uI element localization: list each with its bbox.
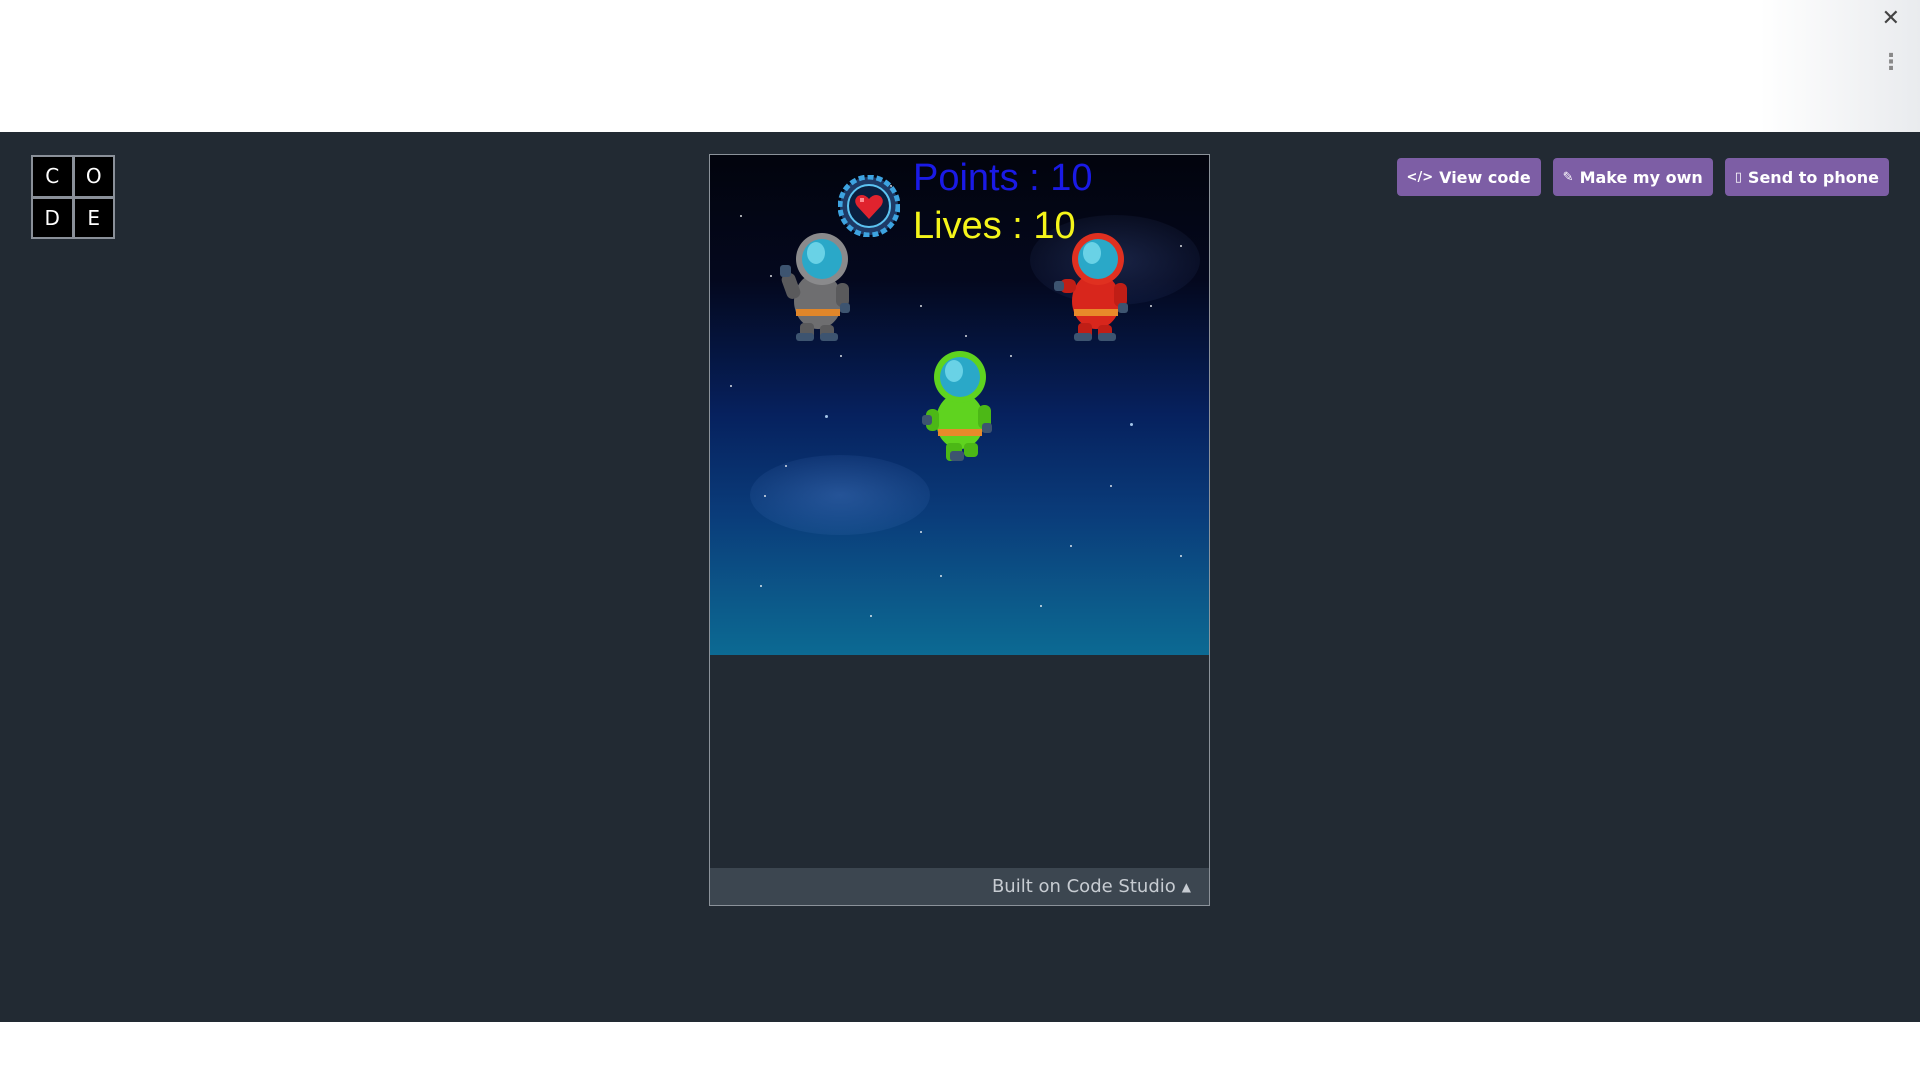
star (940, 575, 942, 577)
game-frame: Points : 10 Lives : 10 Built on Code Stu… (709, 154, 1210, 906)
browser-top-strip: ✕ ⋮ (0, 0, 1920, 132)
star (1110, 485, 1112, 487)
star (1010, 355, 1012, 357)
edit-icon: ✎ (1562, 169, 1574, 185)
star (1150, 305, 1152, 307)
make-my-own-label: Make my own (1579, 167, 1703, 187)
view-code-label: View code (1439, 167, 1531, 187)
gray-astronaut[interactable] (774, 229, 864, 343)
game-canvas[interactable]: Points : 10 Lives : 10 (710, 155, 1209, 655)
view-code-button[interactable]: </> View code (1396, 158, 1541, 196)
send-to-phone-button[interactable]: ▯ Send to phone (1724, 158, 1889, 196)
logo-letter: E (74, 198, 113, 237)
close-icon[interactable]: ✕ (1882, 6, 1900, 32)
built-on-code-studio[interactable]: Built on Code Studio ▲ (710, 868, 1209, 905)
star (870, 615, 872, 617)
action-buttons: </> View code ✎ Make my own ▯ Send to ph… (1396, 158, 1889, 196)
footer-label: Built on Code Studio (991, 876, 1176, 897)
star (1130, 423, 1133, 426)
send-to-phone-label: Send to phone (1747, 167, 1879, 187)
logo-letter: D (33, 198, 72, 237)
make-my-own-button[interactable]: ✎ Make my own (1552, 158, 1713, 196)
star (1180, 555, 1182, 557)
points-text: Points : 10 (913, 157, 1093, 199)
caret-up-icon: ▲ (1181, 879, 1191, 894)
nebula (750, 455, 930, 535)
star (825, 415, 828, 418)
green-astronaut[interactable] (914, 347, 1004, 465)
star (1040, 605, 1042, 607)
star (785, 465, 787, 467)
heart-icon (838, 175, 900, 237)
star (740, 215, 742, 217)
logo-letter: O (74, 157, 113, 196)
star (965, 335, 967, 337)
star (1070, 545, 1072, 547)
red-astronaut[interactable] (1052, 229, 1142, 343)
star (764, 495, 766, 497)
bottom-strip (0, 1022, 1920, 1080)
star (1180, 245, 1182, 247)
star (920, 305, 922, 307)
code-icon: </> (1406, 169, 1434, 185)
logo-letter: C (33, 157, 72, 196)
phone-icon: ▯ (1734, 169, 1742, 185)
star (840, 355, 842, 357)
star (760, 585, 762, 587)
star (770, 275, 772, 277)
star (920, 531, 922, 533)
star (730, 385, 732, 387)
code-org-logo[interactable]: C O D E (31, 155, 115, 239)
more-menu-icon[interactable]: ⋮ (1880, 52, 1902, 74)
app-area: C O D E </> View code ✎ Make my own ▯ Se… (0, 132, 1920, 1022)
